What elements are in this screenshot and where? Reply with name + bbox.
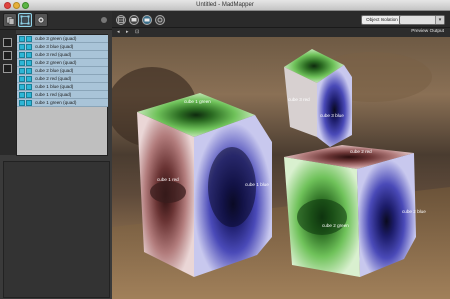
sidebar: cube 3 green (quad) cube 3 blue (quad) c… xyxy=(0,11,112,299)
cube1-blue-label: cube 1 blue xyxy=(245,182,269,187)
layer-actions-column xyxy=(0,30,16,155)
select-frame-icon xyxy=(20,15,30,25)
solo-toggle[interactable] xyxy=(26,51,32,58)
add-layer-icon[interactable] xyxy=(3,38,12,47)
preview-toolbar: ◂ ▸ ⊡ Preview Output xyxy=(112,28,450,37)
visibility-toggle[interactable] xyxy=(19,91,25,98)
back-arrow-icon[interactable]: ◂ xyxy=(117,29,120,35)
settings-tool-button[interactable] xyxy=(34,13,48,27)
select-tool-button[interactable] xyxy=(18,13,32,27)
layer-item-label: cube 2 blue (quad) xyxy=(35,68,74,73)
cube2-green-label: cube 2 green xyxy=(322,223,349,228)
cube2-red-label: cube 2 red xyxy=(350,149,372,154)
layer-item-label: cube 3 green (quad) xyxy=(35,36,77,41)
projection-scene xyxy=(112,49,450,299)
fit-view-icon[interactable]: ⊡ xyxy=(135,29,139,35)
solo-toggle[interactable] xyxy=(26,91,32,98)
projector-icon xyxy=(144,18,150,22)
solo-toggle[interactable] xyxy=(26,99,32,106)
visibility-toggle[interactable] xyxy=(19,51,25,58)
solo-toggle[interactable] xyxy=(26,59,32,66)
layer-item[interactable]: cube 3 blue (quad) xyxy=(17,43,108,51)
layer-item[interactable]: cube 1 green (quad) xyxy=(17,99,108,107)
layer-item[interactable]: cube 3 green (quad) xyxy=(17,35,108,43)
visibility-toggle[interactable] xyxy=(19,99,25,106)
object-isolation-button[interactable]: Object Isolation xyxy=(361,15,403,25)
solo-toggle[interactable] xyxy=(26,35,32,42)
cube2-blue-label: cube 2 blue xyxy=(402,209,426,214)
grid-icon xyxy=(118,17,124,23)
main-toolbar: Object Isolation ▾ xyxy=(112,11,450,28)
layer-item-label: cube 3 red (quad) xyxy=(35,52,72,57)
visibility-toggle[interactable] xyxy=(19,75,25,82)
layer-item[interactable]: cube 2 red (quad) xyxy=(17,75,108,83)
visibility-toggle[interactable] xyxy=(19,43,25,50)
properties-panel xyxy=(3,161,110,298)
cube1-red-pupil xyxy=(150,181,186,203)
preview-output-label: Preview Output xyxy=(411,29,444,34)
layer-item-label: cube 1 green (quad) xyxy=(35,100,77,105)
layer-item[interactable]: cube 1 red (quad) xyxy=(17,91,108,99)
view-mode-button-4[interactable] xyxy=(155,15,165,25)
solo-toggle[interactable] xyxy=(26,75,32,82)
layer-item-label: cube 2 red (quad) xyxy=(35,76,72,81)
solo-toggle[interactable] xyxy=(26,67,32,74)
preview-output-canvas[interactable]: cube 3 blue cube 1 blue cube 1 red cube … xyxy=(112,37,450,299)
cube1-red-label: cube 1 red xyxy=(157,177,179,182)
layer-item[interactable]: cube 1 blue (quad) xyxy=(17,83,108,91)
sidebar-options-icon[interactable] xyxy=(101,17,107,23)
chevron-down-icon: ▾ xyxy=(435,16,444,24)
forward-arrow-icon[interactable]: ▸ xyxy=(126,29,129,35)
layer-item-label: cube 3 blue (quad) xyxy=(35,44,74,49)
object-isolation-select[interactable]: ▾ xyxy=(399,15,445,25)
layer-list: cube 3 green (quad) cube 3 blue (quad) c… xyxy=(16,34,108,156)
solo-toggle[interactable] xyxy=(26,43,32,50)
cube3-red-label: cube 3 red xyxy=(288,97,310,102)
layer-item-label: cube 1 red (quad) xyxy=(35,92,72,97)
view-mode-button-2[interactable] xyxy=(129,15,139,25)
visibility-toggle[interactable] xyxy=(19,67,25,74)
solo-toggle[interactable] xyxy=(26,83,32,90)
arrow-layer-icon[interactable] xyxy=(3,51,12,60)
screen-icon xyxy=(131,18,137,22)
view-mode-button-3[interactable] xyxy=(142,15,152,25)
layer-item[interactable]: cube 2 blue (quad) xyxy=(17,67,108,75)
cube2-green-pupil xyxy=(297,199,347,235)
sidebar-toolbar xyxy=(0,11,112,30)
window-title: Untitled - MadMapper xyxy=(196,2,254,8)
layer-item-label: cube 2 green (quad) xyxy=(35,60,77,65)
gear-icon xyxy=(37,16,45,24)
visibility-toggle[interactable] xyxy=(19,83,25,90)
visibility-toggle[interactable] xyxy=(19,59,25,66)
view-mode-button-1[interactable] xyxy=(116,15,126,25)
cube1-green-label: cube 1 green xyxy=(184,99,211,104)
visibility-toggle[interactable] xyxy=(19,35,25,42)
layer-item[interactable]: cube 2 green (quad) xyxy=(17,59,108,67)
layer-item-label: cube 1 blue (quad) xyxy=(35,84,74,89)
cube1-blue-pupil xyxy=(208,147,256,227)
new-layer-icon[interactable] xyxy=(3,64,12,73)
link-icon xyxy=(157,17,163,23)
layers-tool-button[interactable] xyxy=(3,13,17,27)
layers-icon xyxy=(6,16,14,25)
cube3-blue-label: cube 3 blue xyxy=(320,113,344,118)
title-bar: Untitled - MadMapper xyxy=(0,0,450,11)
layer-item[interactable]: cube 3 red (quad) xyxy=(17,51,108,59)
